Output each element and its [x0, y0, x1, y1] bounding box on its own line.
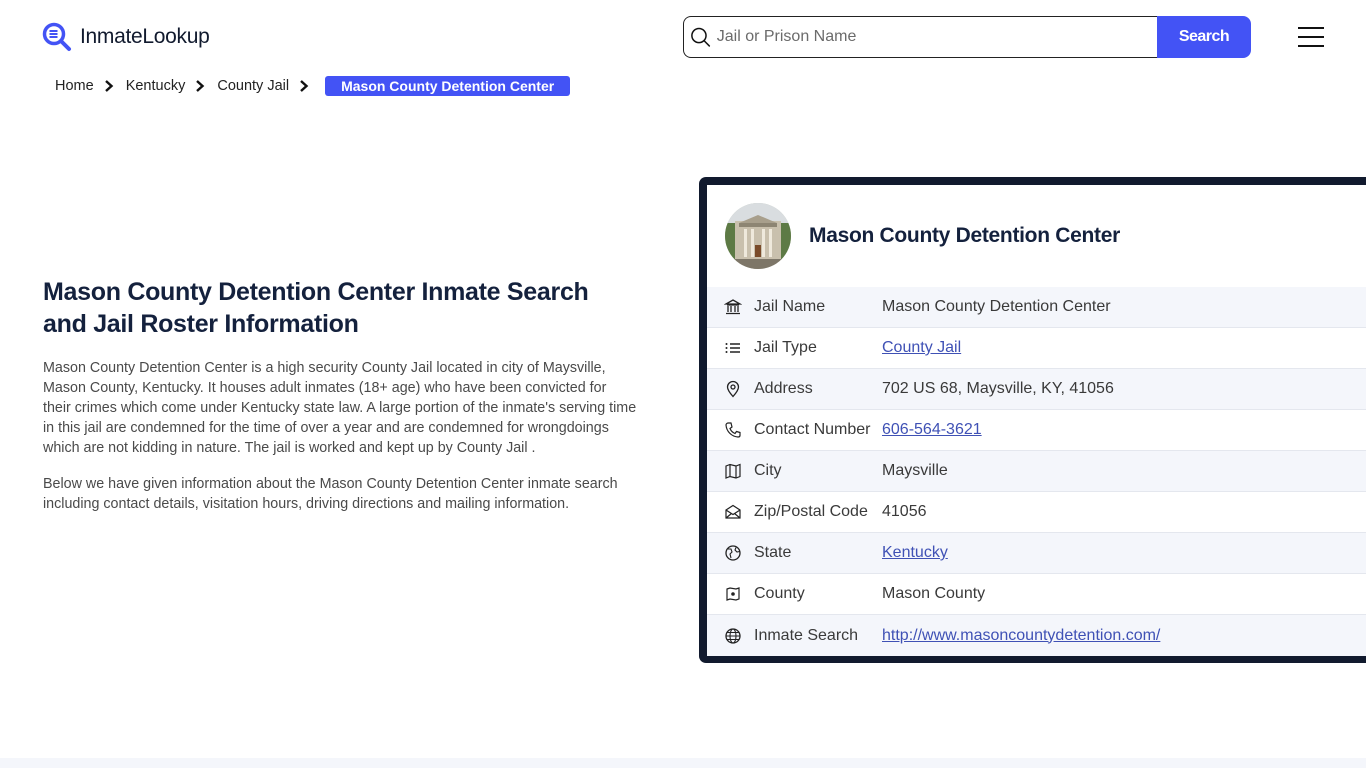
map-pin-icon	[726, 380, 740, 398]
facility-photo	[725, 203, 791, 269]
state-link[interactable]: Kentucky	[882, 544, 948, 562]
breadcrumb-home[interactable]: Home	[55, 78, 94, 94]
inmate-search-link[interactable]: http://www.masoncountydetention.com/	[882, 627, 1160, 645]
site-header: InmateLookup Search	[0, 0, 1366, 70]
jail-type-link[interactable]: County Jail	[882, 339, 961, 357]
courthouse-image	[725, 203, 791, 269]
row-value: Maysville	[882, 462, 948, 479]
info-row-jail-type: Jail Type County Jail	[707, 328, 1366, 369]
info-row-zip: Zip/Postal Code 41056	[707, 492, 1366, 533]
row-label: State	[754, 544, 792, 561]
site-logo[interactable]: InmateLookup	[42, 22, 210, 52]
menu-line	[1298, 27, 1324, 29]
search-input[interactable]	[716, 28, 1157, 46]
search-icon	[691, 27, 711, 47]
facility-info-list: Jail Name Mason County Detention Center …	[707, 287, 1366, 656]
row-label: Zip/Postal Code	[754, 503, 868, 520]
breadcrumb-county-jail[interactable]: County Jail	[217, 78, 289, 94]
row-label: Contact Number	[754, 421, 871, 438]
facility-card-title: Mason County Detention Center	[809, 224, 1120, 247]
facility-card-body: Mason County Detention Center Jail Name …	[707, 185, 1366, 656]
row-label: Jail Name	[754, 298, 826, 315]
page-title: Mason County Detention Center Inmate Sea…	[43, 278, 589, 338]
info-row-contact-number: Contact Number 606-564-3621	[707, 410, 1366, 451]
chevron-right-icon	[196, 80, 205, 92]
chevron-right-icon	[300, 80, 309, 92]
info-row-state: State Kentucky	[707, 533, 1366, 574]
row-label: Address	[754, 380, 813, 397]
globe-icon	[725, 627, 741, 644]
menu-line	[1298, 36, 1324, 38]
row-value: Mason County Detention Center	[882, 298, 1111, 315]
facility-card: Mason County Detention Center Jail Name …	[699, 177, 1366, 663]
intro-section: Mason County Detention Center Inmate Sea…	[43, 276, 638, 514]
info-row-inmate-search: Inmate Search http://www.masoncountydete…	[707, 615, 1366, 656]
intro-paragraph: Below we have given information about th…	[43, 476, 618, 512]
info-row-address: Address 702 US 68, Maysville, KY, 41056	[707, 369, 1366, 410]
row-label: City	[754, 462, 782, 479]
intro-paragraph: Mason County Detention Center is a high …	[43, 360, 637, 456]
footer-band	[0, 758, 1366, 768]
row-label: County	[754, 585, 805, 602]
info-row-county: County Mason County	[707, 574, 1366, 615]
breadcrumb-kentucky[interactable]: Kentucky	[126, 78, 186, 94]
search-button[interactable]: Search	[1157, 16, 1251, 58]
search-form: Search	[683, 16, 1251, 58]
facility-card-header: Mason County Detention Center	[707, 185, 1366, 287]
row-value: Mason County	[882, 585, 986, 602]
mail-icon	[725, 504, 741, 519]
row-value: 702 US 68, Maysville, KY, 41056	[882, 380, 1114, 397]
map-icon	[725, 463, 741, 479]
chevron-right-icon	[104, 80, 113, 92]
list-icon	[725, 343, 740, 353]
breadcrumb-current: Mason County Detention Center	[325, 76, 571, 96]
globe-americas-icon	[725, 545, 741, 561]
info-row-jail-name: Jail Name Mason County Detention Center	[707, 287, 1366, 328]
breadcrumb: Home Kentucky County Jail Mason County D…	[55, 76, 571, 96]
menu-line	[1298, 45, 1324, 47]
building-icon	[724, 299, 742, 315]
county-map-icon	[726, 587, 740, 601]
logo-text: InmateLookup	[80, 25, 210, 48]
info-row-city: City Maysville	[707, 451, 1366, 492]
phone-link[interactable]: 606-564-3621	[882, 421, 982, 439]
row-value: 41056	[882, 503, 927, 520]
row-label: Jail Type	[754, 339, 817, 356]
magnifier-logo-icon	[42, 22, 71, 51]
phone-icon	[725, 422, 741, 438]
hamburger-menu-icon[interactable]	[1298, 27, 1324, 47]
search-box	[683, 16, 1157, 58]
row-label: Inmate Search	[754, 626, 859, 644]
